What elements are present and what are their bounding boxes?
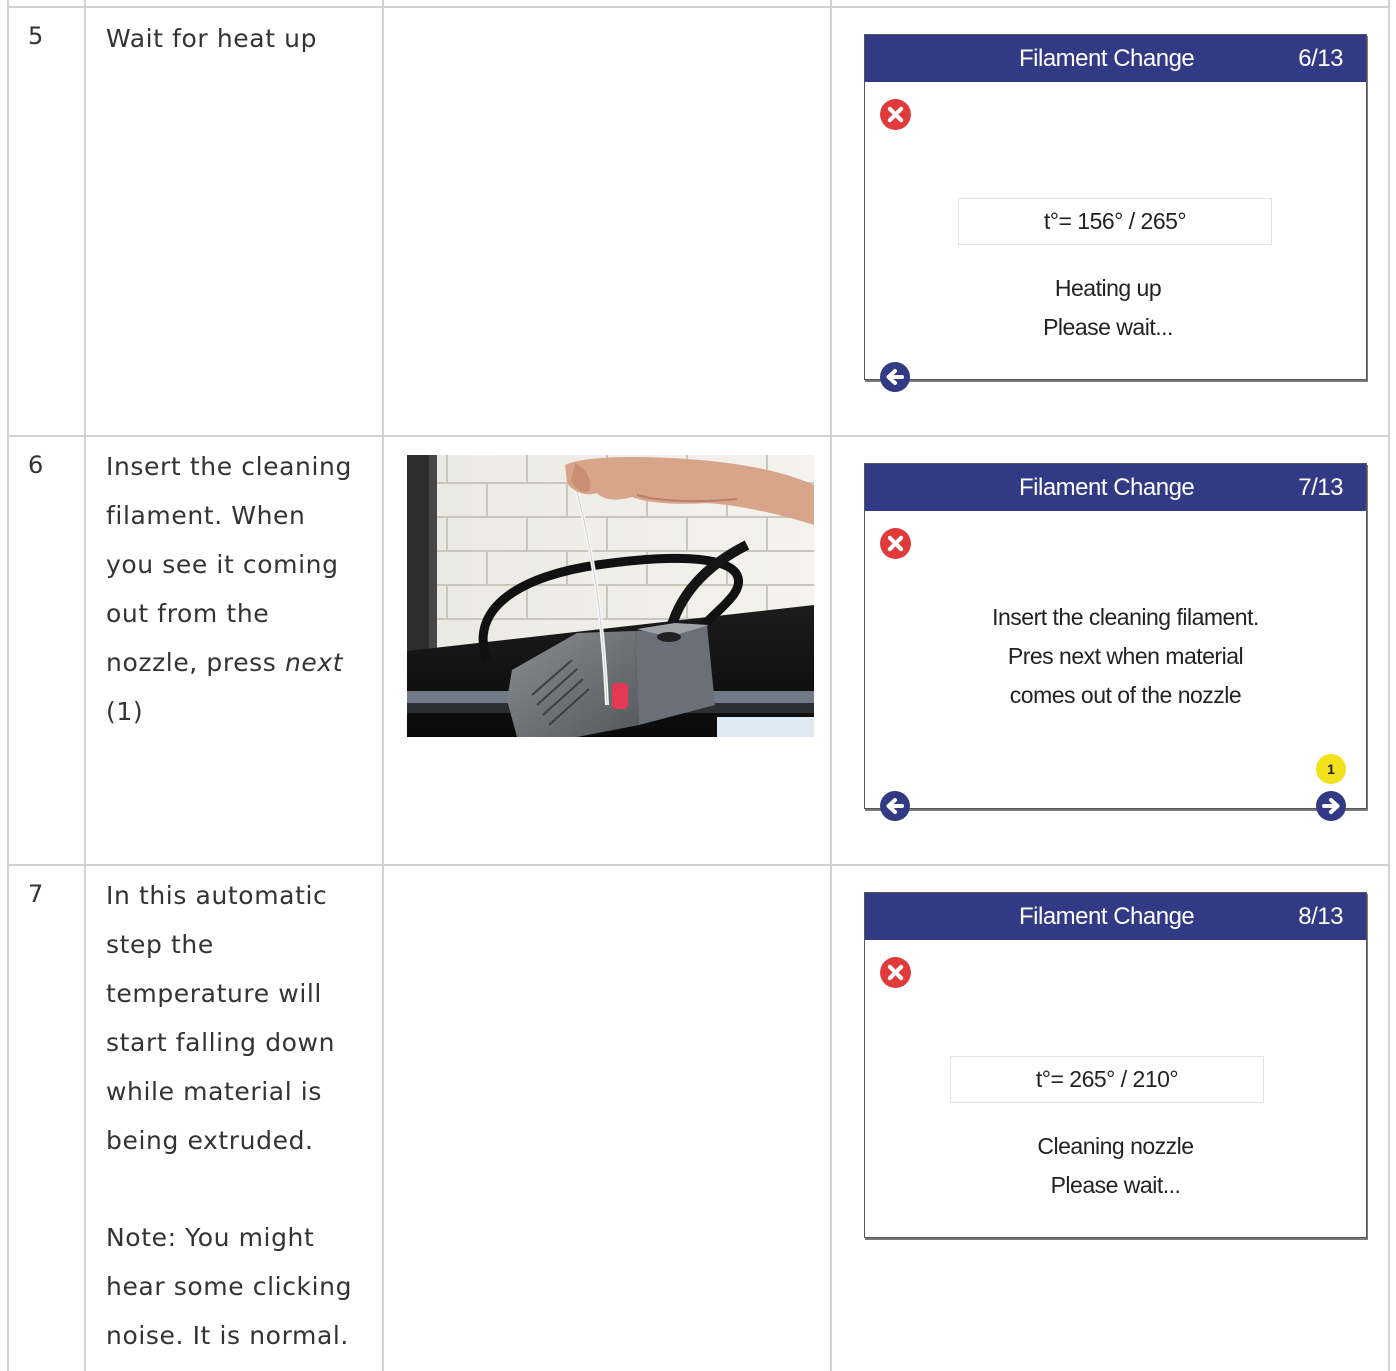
status-line: Heating up: [1054, 275, 1162, 301]
screen-header: Filament Change 7/13: [865, 464, 1366, 511]
status-line: Please wait...: [1043, 314, 1173, 340]
screen-step-counter: 8/13: [1298, 903, 1343, 930]
table-border-top: [7, 6, 1390, 8]
close-circle-icon[interactable]: [879, 956, 912, 989]
table-col-divider-3: [830, 0, 832, 1371]
description-line: temperature will: [106, 979, 322, 1008]
step-number: 5: [28, 22, 44, 50]
description-line: In this automatic: [106, 881, 328, 910]
table-row-divider-2: [7, 864, 1390, 866]
table-row-divider-1: [7, 435, 1390, 437]
back-arrow-icon[interactable]: [879, 361, 911, 393]
status-line: Insert the cleaning filament.: [992, 604, 1259, 630]
description-line: nozzle, press next: [106, 638, 368, 687]
temperature-display: t°= 156° / 265°: [958, 198, 1272, 245]
description-emphasis: next: [284, 648, 344, 677]
cleaning-filament-photo: [407, 455, 814, 737]
description-line: being extruded.: [106, 1126, 314, 1155]
table-col-divider-2: [382, 0, 384, 1371]
description-line: while material is: [106, 1077, 322, 1106]
printer-screen: Filament Change 8/13 t°= 265° / 210° Cle…: [864, 892, 1367, 1238]
description-line: (1): [106, 697, 144, 726]
note-line: hear some clicking: [106, 1272, 353, 1301]
status-line: Cleaning nozzle: [1037, 1133, 1194, 1159]
close-circle-icon[interactable]: [879, 527, 912, 560]
description-line: Insert the cleaning: [106, 452, 352, 481]
printer-screen: Filament Change 7/13 Insert the cleaning…: [864, 463, 1367, 821]
description-text: nozzle, press: [106, 648, 285, 677]
note-line: Note: You might: [106, 1223, 315, 1252]
screen-title: Filament Change: [1019, 903, 1195, 930]
description-line: you see it coming: [106, 550, 339, 579]
status-message: Cleaning nozzle Please wait...: [865, 1127, 1366, 1205]
description-line: Wait for heat up: [106, 24, 318, 53]
step-description: In this automatic step the temperature w…: [106, 871, 368, 1360]
callout-badge: 1: [1316, 754, 1346, 784]
table-border-left: [7, 0, 9, 1371]
description-line: start falling down: [106, 1028, 336, 1057]
status-message: Heating up Please wait...: [850, 269, 1366, 347]
status-line: Pres next when material: [1007, 643, 1244, 669]
screen-header: Filament Change 8/13: [865, 893, 1366, 940]
printer-screen: Filament Change 6/13 t°= 156° / 265° Hea…: [864, 34, 1367, 392]
screen-title: Filament Change: [1019, 45, 1195, 72]
table-col-divider-1: [84, 0, 86, 1371]
screen-step-counter: 7/13: [1298, 474, 1343, 501]
screen-step-counter: 6/13: [1298, 45, 1343, 72]
screen-header: Filament Change 6/13: [865, 35, 1366, 82]
next-arrow-icon[interactable]: [1315, 790, 1347, 822]
description-line: out from the: [106, 599, 270, 628]
step-number: 7: [28, 880, 44, 908]
note-line: noise. It is normal.: [106, 1321, 349, 1350]
step-description: Insert the cleaning filament. When you s…: [106, 442, 368, 736]
step-description: Wait for heat up: [106, 14, 368, 63]
description-line: filament. When: [106, 501, 306, 530]
table-border-right: [1388, 0, 1390, 1371]
status-message: Insert the cleaning filament. Pres next …: [885, 598, 1366, 715]
close-circle-icon[interactable]: [879, 98, 912, 131]
screen-title: Filament Change: [1019, 474, 1195, 501]
temperature-display: t°= 265° / 210°: [950, 1056, 1264, 1103]
back-arrow-icon[interactable]: [879, 790, 911, 822]
description-line: step the: [106, 930, 214, 959]
step-number: 6: [28, 451, 44, 479]
status-line: Please wait...: [1050, 1172, 1181, 1198]
status-line: comes out of the nozzle: [1009, 682, 1242, 708]
